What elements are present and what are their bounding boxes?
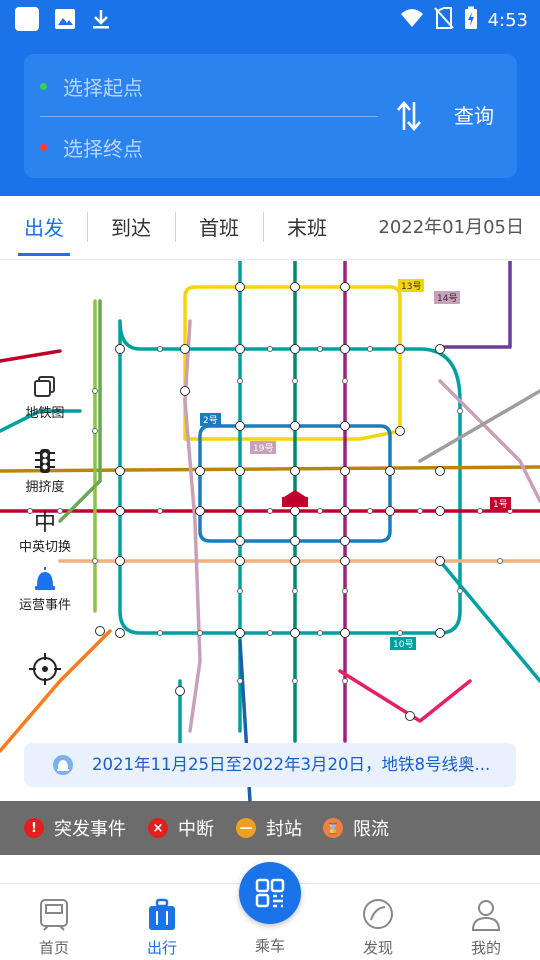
nav-label: 首页 <box>38 939 69 957</box>
subway-map-tool[interactable]: 地铁图 <box>14 374 76 421</box>
nav-label-ride[interactable]: 乘车 <box>230 935 310 956</box>
query-button[interactable]: 查询 <box>434 98 514 134</box>
crowding-tool[interactable]: 拥挤度 <box>14 448 76 495</box>
line-badge[interactable]: 14号 <box>434 291 461 304</box>
language-glyph: 中 <box>33 511 56 536</box>
legend-label: 突发事件 <box>54 819 126 840</box>
ride-qr-button[interactable] <box>239 862 301 924</box>
swap-icon[interactable] <box>394 98 424 134</box>
line-badge[interactable]: 19号 <box>250 441 277 454</box>
active-tab-indicator <box>18 253 70 256</box>
tool-label: 运营事件 <box>18 598 71 613</box>
legend-emergency: ! 突发事件 <box>24 801 126 855</box>
hourglass-icon: ⌛ <box>323 818 343 838</box>
legend-label: 中断 <box>178 819 214 840</box>
layers-icon <box>14 374 76 400</box>
legend-label: 限流 <box>353 819 389 840</box>
line-badge[interactable]: 13号 <box>398 279 425 292</box>
traffic-light-icon <box>14 448 76 474</box>
qr-code-icon <box>255 878 285 908</box>
tool-label: 拥挤度 <box>25 480 65 495</box>
legend-label: 封站 <box>266 819 302 840</box>
clock: 4:53 <box>487 9 528 31</box>
nav-home[interactable]: 首页 <box>14 884 94 960</box>
battery-charging-icon <box>464 6 478 34</box>
legend-interruption: × 中断 <box>148 801 214 855</box>
legend-closed: — 封站 <box>236 801 302 855</box>
luggage-icon <box>146 898 178 932</box>
destination-dot <box>40 144 47 151</box>
status-bar: 4:53 <box>0 0 540 36</box>
language-toggle-tool[interactable]: 中 中英切换 <box>14 508 76 555</box>
language-toggle-icon: 中 <box>14 508 76 536</box>
header: 4:53 选择起点 选择终点 查询 <box>0 0 540 196</box>
route-search-card: 选择起点 选择终点 查询 <box>24 54 517 178</box>
line-badge[interactable]: 10号 <box>390 637 417 650</box>
line-badge[interactable]: 2号 <box>200 413 221 426</box>
line-badge[interactable]: 1号 <box>490 497 511 510</box>
field-divider <box>40 116 378 117</box>
locate-icon[interactable] <box>28 652 62 686</box>
home-train-icon <box>38 898 70 932</box>
date-picker[interactable]: 2022年01月05日 <box>378 196 524 260</box>
notice-bell-icon <box>52 754 74 776</box>
no-sim-icon <box>433 7 454 33</box>
nav-label: 出行 <box>146 939 177 957</box>
tab-separator <box>263 212 264 242</box>
app-screen: 4:53 选择起点 选择终点 查询 出发 到达 首班 末班 2022年01月05… <box>0 0 540 960</box>
notice-banner[interactable]: 2021年11月25日至2022年3月20日，地铁8号线奥... <box>24 743 516 787</box>
image-icon <box>54 8 76 34</box>
nav-travel[interactable]: 出行 <box>122 884 202 960</box>
interruption-icon: × <box>148 818 168 838</box>
origin-dot <box>40 83 47 90</box>
subway-map-drawing <box>0 261 540 803</box>
alarm-bell-icon <box>14 566 76 592</box>
tab-arrival[interactable]: 到达 <box>101 196 161 260</box>
status-legend: ! 突发事件 × 中断 — 封站 ⌛ 限流 <box>0 801 540 855</box>
nav-discover[interactable]: 发现 <box>338 884 418 960</box>
operation-events-tool[interactable]: 运营事件 <box>14 566 76 613</box>
origin-placeholder: 选择起点 <box>63 76 143 100</box>
legend-restricted: ⌛ 限流 <box>323 801 389 855</box>
schedule-tabs: 出发 到达 首班 末班 2022年01月05日 <box>0 196 540 260</box>
nav-label: 我的 <box>470 939 501 957</box>
tool-label: 地铁图 <box>25 406 65 421</box>
closed-icon: — <box>236 818 256 838</box>
wifi-icon <box>400 7 424 33</box>
tab-departure[interactable]: 出发 <box>14 196 74 260</box>
destination-field[interactable]: 选择终点 <box>40 133 143 162</box>
origin-field[interactable]: 选择起点 <box>40 72 143 101</box>
person-icon <box>470 898 502 932</box>
notice-text: 2021年11月25日至2022年3月20日，地铁8号线奥... <box>92 755 491 774</box>
alert-icon: ! <box>24 818 44 838</box>
nav-profile[interactable]: 我的 <box>446 884 526 960</box>
compass-icon <box>362 898 394 932</box>
subway-map[interactable]: 13号 14号 2号 19号 1号 10号 <box>0 261 540 883</box>
tab-separator <box>87 212 88 242</box>
tab-first-train[interactable]: 首班 <box>189 196 249 260</box>
tab-separator <box>175 212 176 242</box>
tab-last-train[interactable]: 末班 <box>277 196 337 260</box>
destination-placeholder: 选择终点 <box>63 137 143 161</box>
app-square-icon <box>14 6 40 36</box>
download-icon <box>90 8 112 34</box>
nav-label: 发现 <box>362 939 393 957</box>
tool-label: 中英切换 <box>18 540 71 555</box>
